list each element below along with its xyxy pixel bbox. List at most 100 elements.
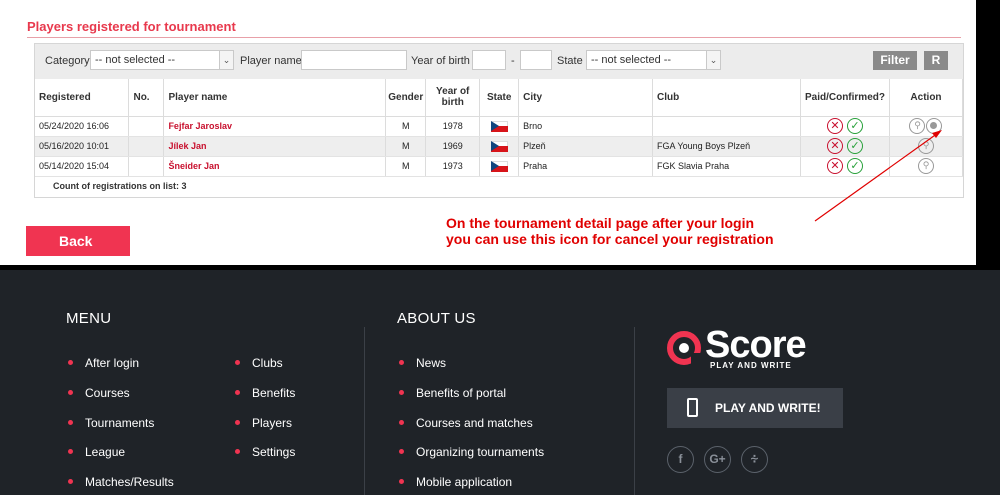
about-item[interactable]: Organizing tournaments: [399, 445, 544, 459]
not-paid-icon: ✕: [826, 138, 843, 154]
table-header-row: Registered No. Player name Gender Year o…: [35, 79, 964, 117]
col-gender[interactable]: Gender: [385, 79, 427, 117]
facebook-icon[interactable]: f: [667, 446, 694, 473]
cell-action: ⚲: [889, 116, 964, 137]
menu-item[interactable]: League: [68, 445, 125, 459]
cell-gender: M: [385, 136, 427, 157]
cell-player-name[interactable]: Šneider Jan: [163, 156, 387, 177]
col-registered[interactable]: Registered: [35, 79, 130, 117]
filter-button[interactable]: Filter: [873, 51, 917, 70]
footer-divider: [364, 327, 365, 495]
table-row: 05/14/2020 15:04 Šneider Jan M 1973 Prah…: [35, 156, 964, 177]
col-year-of-birth[interactable]: Year of birth: [425, 79, 481, 117]
col-city[interactable]: City: [518, 79, 654, 117]
czech-flag-icon: [490, 120, 508, 132]
play-and-write-button[interactable]: PLAY AND WRITE!: [667, 388, 843, 428]
bullet-icon: [68, 479, 73, 485]
bullet-icon: [399, 390, 404, 396]
menu-heading: MENU: [66, 310, 112, 327]
col-state[interactable]: State: [479, 79, 520, 117]
col-no[interactable]: No.: [128, 79, 165, 117]
col-player-name[interactable]: Player name: [163, 79, 387, 117]
bullet-icon: [235, 390, 240, 396]
menu-item[interactable]: Tournaments: [68, 416, 154, 430]
confirmed-check-icon: ✓: [846, 138, 863, 154]
cell-club: [652, 116, 801, 137]
col-year-of-birth-line1: Year of: [436, 86, 470, 98]
cell-paid-confirmed: ✕ ✓: [800, 116, 890, 137]
reset-button[interactable]: R: [924, 51, 948, 70]
about-item[interactable]: Benefits of portal: [399, 386, 506, 400]
menu-item[interactable]: Matches/Results: [68, 475, 174, 489]
detail-magnifier-icon[interactable]: ⚲: [909, 118, 926, 134]
about-item[interactable]: News: [399, 356, 446, 370]
state-select-value: -- not selected --: [591, 54, 672, 66]
about-item-label: Organizing tournaments: [416, 445, 545, 459]
confirmed-check-icon: ✓: [846, 158, 863, 174]
not-paid-icon: ✕: [826, 158, 843, 174]
detail-magnifier-icon[interactable]: ⚲: [917, 138, 934, 154]
menu-item[interactable]: Clubs: [235, 356, 283, 370]
menu-item-label: After login: [85, 356, 140, 370]
year-from-input[interactable]: [472, 50, 506, 70]
cell-city: Brno: [518, 116, 654, 137]
state-label: State: [557, 55, 583, 67]
menu-item-label: League: [85, 445, 126, 459]
cell-state: [479, 156, 520, 177]
filter-bar: Category -- not selected -- ⌄ Player nam…: [35, 44, 963, 79]
menu-item[interactable]: Players: [235, 416, 292, 430]
cancel-registration-icon[interactable]: [926, 118, 943, 134]
annotation-line1: On the tournament detail page after your…: [446, 215, 755, 231]
cell-registered: 05/14/2020 15:04: [35, 156, 130, 177]
cell-club: FGA Young Boys Plzeň: [652, 136, 801, 157]
chevron-down-icon: ⌄: [706, 51, 720, 69]
bullet-icon: [399, 449, 404, 455]
menu-item[interactable]: Settings: [235, 445, 295, 459]
cell-player-name[interactable]: Jílek Jan: [163, 136, 387, 157]
back-button[interactable]: Back: [26, 226, 130, 256]
bullet-icon: [68, 449, 73, 455]
menu-item[interactable]: Benefits: [235, 386, 295, 400]
detail-magnifier-icon[interactable]: ⚲: [917, 158, 934, 174]
menu-item-label: Matches/Results: [85, 475, 174, 489]
about-item-label: Courses and matches: [416, 416, 533, 430]
table-row: 05/16/2020 10:01 Jílek Jan M 1969 Plzeň …: [35, 136, 964, 157]
about-item[interactable]: Courses and matches: [399, 416, 533, 430]
menu-item[interactable]: Courses: [68, 386, 130, 400]
col-club[interactable]: Club: [652, 79, 801, 117]
year-to-input[interactable]: [520, 50, 552, 70]
menu-item-label: Tournaments: [85, 416, 155, 430]
about-item-label: Benefits of portal: [416, 386, 507, 400]
category-select[interactable]: -- not selected -- ⌄: [90, 50, 234, 70]
menu-item-label: Benefits: [252, 386, 296, 400]
section-title: Players registered for tournament: [27, 19, 236, 34]
about-item[interactable]: Mobile application: [399, 475, 512, 489]
registrations-grid: Category -- not selected -- ⌄ Player nam…: [34, 43, 964, 198]
score-logo-icon: [667, 331, 701, 365]
menu-item-label: Courses: [85, 386, 130, 400]
player-name-input[interactable]: [301, 50, 407, 70]
menu-item[interactable]: After login: [68, 356, 139, 370]
about-item-label: News: [416, 356, 447, 370]
cell-gender: M: [385, 116, 427, 137]
state-select[interactable]: -- not selected -- ⌄: [586, 50, 721, 70]
rss-icon[interactable]: ∻: [741, 446, 768, 473]
registrations-table: Registered No. Player name Gender Year o…: [35, 79, 964, 177]
play-button-label: PLAY AND WRITE!: [715, 401, 821, 415]
google-plus-icon[interactable]: G+: [704, 446, 731, 473]
cell-registered: 05/24/2020 16:06: [35, 116, 130, 137]
cell-city: Praha: [518, 156, 654, 177]
title-divider: [27, 37, 961, 38]
year-separator: -: [511, 55, 515, 67]
czech-flag-icon: [490, 160, 508, 172]
bullet-icon: [235, 360, 240, 366]
players-panel: Players registered for tournament Catego…: [0, 0, 976, 265]
cell-action: ⚲: [889, 156, 964, 177]
cell-year: 1978: [425, 116, 481, 137]
score-logo[interactable]: Score PLAY AND WRITE: [667, 324, 847, 372]
chevron-down-icon: ⌄: [219, 51, 233, 69]
year-of-birth-label: Year of birth: [411, 55, 470, 67]
bullet-icon: [68, 420, 73, 426]
cell-no: [128, 156, 165, 177]
cell-player-name[interactable]: Fejfar Jaroslav: [163, 116, 387, 137]
